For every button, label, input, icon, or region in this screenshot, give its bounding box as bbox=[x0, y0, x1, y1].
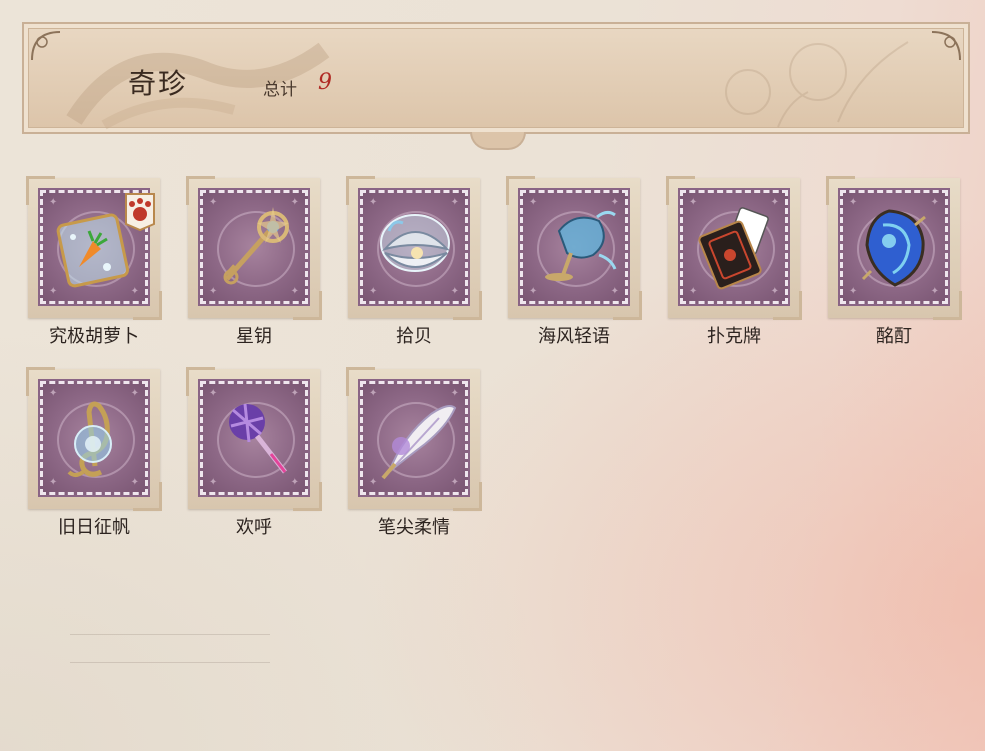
item-name: 酩酊 bbox=[876, 326, 912, 347]
corner-ornament-icon bbox=[931, 31, 961, 61]
header-tab-notch bbox=[470, 132, 526, 150]
item-name: 海风轻语 bbox=[538, 326, 610, 347]
quill-feather-icon bbox=[381, 405, 457, 480]
item-card[interactable]: ✦ ✦ ✦ ✦ 拾贝 bbox=[346, 176, 482, 347]
item-name: 旧日征帆 bbox=[58, 517, 130, 538]
total-label: 总计 bbox=[263, 80, 297, 100]
item-stamp: ✦ ✦ ✦ ✦ bbox=[360, 381, 468, 495]
item-card[interactable]: ✦ ✦ ✦ ✦ 酩酊 bbox=[826, 176, 962, 347]
item-card[interactable]: ✦ ✦ ✦ ✦ 星钥 bbox=[186, 176, 322, 347]
item-frame: ✦ ✦ ✦ ✦ bbox=[506, 176, 642, 320]
background-ruler-decoration bbox=[70, 632, 270, 666]
item-frame: ✦ ✦ ✦ ✦ bbox=[346, 176, 482, 320]
pearl-shell-icon bbox=[380, 214, 451, 272]
star-key-icon bbox=[223, 207, 289, 285]
item-name: 欢呼 bbox=[236, 517, 272, 538]
item-stamp: ✦ ✦ ✦ ✦ bbox=[680, 190, 788, 304]
item-card[interactable]: ✦ ✦ ✦ ✦ 究极胡萝卜 bbox=[26, 176, 162, 347]
item-frame: ✦ ✦ ✦ ✦ bbox=[186, 176, 322, 320]
item-frame: ✦ ✦ ✦ ✦ bbox=[186, 367, 322, 511]
item-stamp: ✦ ✦ ✦ ✦ bbox=[40, 381, 148, 495]
item-card[interactable]: ✦ ✦ ✦ ✦ 海风轻语 bbox=[506, 176, 642, 347]
flower-decoration-icon bbox=[725, 41, 909, 128]
item-stamp: ✦ ✦ ✦ ✦ bbox=[200, 381, 308, 495]
item-stamp: ✦ ✦ ✦ ✦ bbox=[360, 190, 468, 304]
sea-breeze-goblet-icon bbox=[545, 210, 617, 281]
treble-clef-icon bbox=[67, 401, 112, 477]
item-name: 究极胡萝卜 bbox=[49, 326, 139, 347]
item-card[interactable]: ✦ ✦ ✦ ✦ 欢呼 bbox=[186, 367, 322, 538]
page-title: 奇珍 bbox=[128, 67, 189, 100]
cheer-wand-icon bbox=[229, 403, 287, 474]
item-name: 星钥 bbox=[236, 326, 272, 347]
item-stamp: ✦ ✦ ✦ ✦ bbox=[520, 190, 628, 304]
playing-cards-icon bbox=[698, 207, 769, 290]
item-frame: ✦ ✦ ✦ ✦ bbox=[826, 176, 962, 320]
item-name: 拾贝 bbox=[396, 326, 432, 347]
item-frame: ✦ ✦ ✦ ✦ bbox=[26, 367, 162, 511]
item-card[interactable]: ✦ ✦ ✦ ✦ 扑克牌 bbox=[666, 176, 802, 347]
item-card[interactable]: ✦ ✦ ✦ ✦ 旧日征帆 bbox=[26, 367, 162, 538]
total-count: 9 bbox=[318, 70, 332, 95]
item-stamp: ✦ ✦ ✦ ✦ bbox=[200, 190, 308, 304]
item-frame: ✦ ✦ ✦ ✦ bbox=[346, 367, 482, 511]
item-card[interactable]: ✦ ✦ ✦ ✦ 笔尖柔情 bbox=[346, 367, 482, 538]
item-name: 笔尖柔情 bbox=[378, 517, 450, 538]
paw-badge-icon bbox=[125, 193, 155, 232]
corner-ornament-icon bbox=[31, 31, 61, 61]
item-name: 扑克牌 bbox=[707, 326, 761, 347]
item-frame: ✦ ✦ ✦ ✦ bbox=[666, 176, 802, 320]
blue-gem-icon bbox=[861, 209, 926, 287]
item-stamp: ✦ ✦ ✦ ✦ bbox=[840, 190, 948, 304]
